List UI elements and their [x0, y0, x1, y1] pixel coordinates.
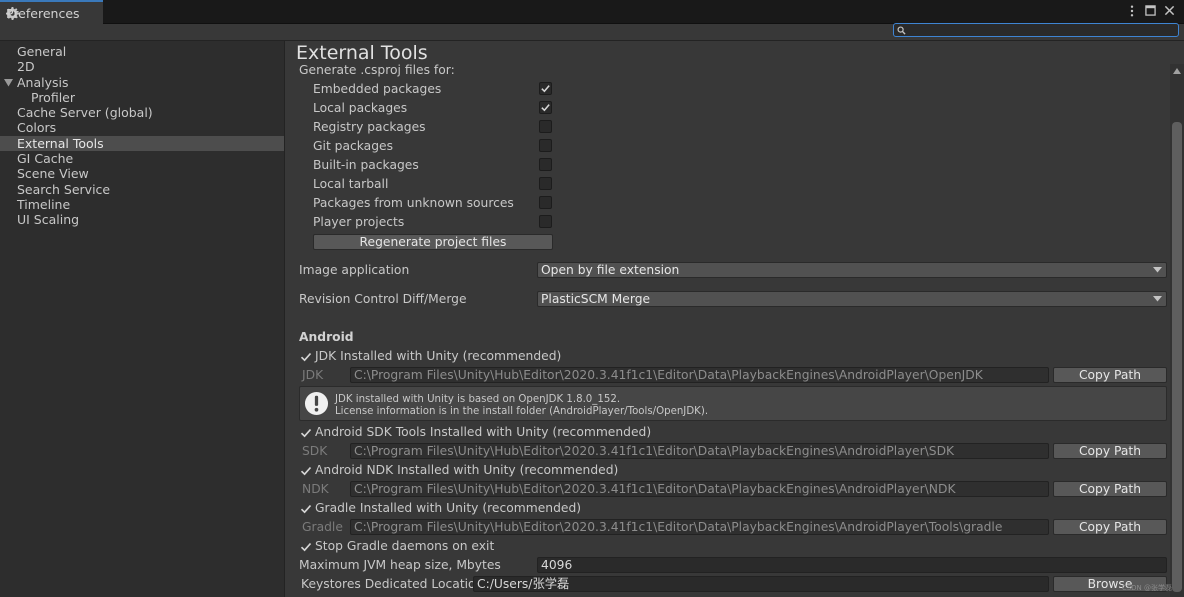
gradle-installed-label: Gradle Installed with Unity (recommended…: [315, 501, 582, 515]
ndk-installed-label: Android NDK Installed with Unity (recomm…: [315, 463, 619, 477]
option-label-local-tarball: Local tarball: [313, 177, 389, 191]
sidebar-item-cache-server[interactable]: Cache Server (global): [0, 105, 284, 120]
tab-title: Preferences: [6, 5, 80, 21]
sdk-prefix-label: SDK: [302, 444, 328, 458]
jvm-heap-input[interactable]: 4096: [537, 557, 1167, 573]
keystores-location-field[interactable]: C:/Users/张学磊: [473, 576, 1049, 592]
checkmark-icon: [300, 504, 311, 513]
sdk-installed-label: Android SDK Tools Installed with Unity (…: [315, 425, 652, 439]
jdk-info-line-1: JDK installed with Unity is based on Ope…: [335, 394, 621, 405]
title-bar: Preferences: [0, 0, 1184, 24]
android-section-heading: Android: [299, 330, 354, 344]
jdk-installed-label: JDK Installed with Unity (recommended): [315, 349, 562, 363]
chevron-down-icon: [1153, 296, 1162, 302]
option-label-player-projects: Player projects: [313, 215, 405, 229]
checkbox-git-packages[interactable]: [539, 139, 552, 152]
csproj-heading: Generate .csproj files for:: [299, 63, 455, 77]
checkmark-icon: [300, 542, 311, 551]
option-label-embedded-packages: Embedded packages: [313, 82, 442, 96]
sidebar-item-profiler[interactable]: Profiler: [0, 90, 284, 105]
revision-control-dropdown[interactable]: PlasticSCM Merge: [537, 291, 1167, 307]
sidebar-item-search-service[interactable]: Search Service: [0, 182, 284, 197]
sdk-installed-checkbox[interactable]: [299, 426, 312, 439]
gradle-path-field: C:\Program Files\Unity\Hub\Editor\2020.3…: [350, 519, 1049, 535]
stop-gradle-checkbox[interactable]: [299, 540, 312, 553]
sidebar-item-analysis[interactable]: Analysis: [0, 75, 284, 90]
sdk-path-field: C:\Program Files\Unity\Hub\Editor\2020.3…: [350, 443, 1049, 459]
checkbox-built-in-packages[interactable]: [539, 158, 552, 171]
jvm-heap-label: Maximum JVM heap size, Mbytes: [299, 558, 501, 572]
preferences-tab[interactable]: Preferences: [0, 0, 103, 24]
checkbox-registry-packages[interactable]: [539, 120, 552, 133]
gradle-installed-checkbox[interactable]: [299, 502, 312, 515]
option-label-git-packages: Git packages: [313, 139, 393, 153]
image-application-dropdown[interactable]: Open by file extension: [537, 262, 1167, 278]
search-input[interactable]: [893, 23, 1179, 37]
sidebar-item-2d[interactable]: 2D: [0, 59, 284, 74]
keystores-location-label: Keystores Dedicated Location: [301, 577, 484, 591]
jdk-info-helpbox: JDK installed with Unity is based on Ope…: [299, 386, 1167, 421]
ndk-path-field: C:\Program Files\Unity\Hub\Editor\2020.3…: [350, 481, 1049, 497]
option-label-unknown-sources: Packages from unknown sources: [313, 196, 514, 210]
info-icon: [304, 391, 329, 416]
jdk-info-line-2: License information is in the install fo…: [335, 405, 709, 417]
ndk-installed-checkbox[interactable]: [299, 464, 312, 477]
jdk-path-field: C:\Program Files\Unity\Hub\Editor\2020.3…: [350, 367, 1049, 383]
checkmark-icon: [300, 428, 311, 437]
scroll-up-arrow-icon[interactable]: [1173, 68, 1181, 74]
sidebar-item-external-tools[interactable]: External Tools: [0, 135, 284, 152]
scrollbar-thumb[interactable]: [1172, 122, 1182, 592]
checkmark-icon: [300, 466, 311, 475]
sidebar-item-gi-cache[interactable]: GI Cache: [0, 151, 284, 166]
watermark-text: CSDN @张学磊: [1121, 584, 1172, 592]
close-icon[interactable]: [1163, 4, 1176, 17]
option-label-registry-packages: Registry packages: [313, 120, 426, 134]
gradle-prefix-label: Gradle: [302, 520, 343, 534]
chevron-down-icon: [1153, 267, 1162, 273]
sidebar-item-timeline[interactable]: Timeline: [0, 197, 284, 212]
checkmark-icon: [300, 352, 311, 361]
checkmark-icon: [541, 85, 550, 93]
vertical-scrollbar[interactable]: [1170, 64, 1184, 597]
jdk-installed-checkbox[interactable]: [299, 350, 312, 363]
kebab-menu-icon[interactable]: [1125, 4, 1138, 17]
checkbox-local-tarball[interactable]: [539, 177, 552, 190]
ndk-copy-path-button[interactable]: Copy Path: [1053, 481, 1167, 497]
jdk-copy-path-button[interactable]: Copy Path: [1053, 367, 1167, 383]
foldout-expanded-icon[interactable]: [4, 78, 13, 87]
checkmark-icon: [541, 104, 550, 112]
image-application-label: Image application: [299, 263, 410, 277]
sidebar: General 2D Analysis Profiler Cache Serve…: [0, 41, 285, 597]
checkbox-embedded-packages[interactable]: [539, 82, 552, 95]
checkbox-unknown-sources[interactable]: [539, 196, 552, 209]
checkbox-player-projects[interactable]: [539, 215, 552, 228]
content-panel: External Tools Generate .csproj files fo…: [286, 41, 1170, 597]
checkbox-local-packages[interactable]: [539, 101, 552, 114]
page-title: External Tools: [296, 42, 428, 64]
revision-control-label: Revision Control Diff/Merge: [299, 292, 467, 306]
option-label-built-in-packages: Built-in packages: [313, 158, 419, 172]
sidebar-item-colors[interactable]: Colors: [0, 120, 284, 135]
sidebar-item-general[interactable]: General: [0, 44, 284, 59]
sidebar-item-ui-scaling[interactable]: UI Scaling: [0, 212, 284, 227]
sdk-copy-path-button[interactable]: Copy Path: [1053, 443, 1167, 459]
ndk-prefix-label: NDK: [302, 482, 329, 496]
maximize-icon[interactable]: [1144, 4, 1157, 17]
stop-gradle-label: Stop Gradle daemons on exit: [315, 539, 495, 553]
regenerate-project-files-button[interactable]: Regenerate project files: [313, 234, 553, 250]
option-label-local-packages: Local packages: [313, 101, 408, 115]
sidebar-item-scene-view[interactable]: Scene View: [0, 166, 284, 181]
jdk-prefix-label: JDK: [302, 368, 324, 382]
gradle-copy-path-button[interactable]: Copy Path: [1053, 519, 1167, 535]
